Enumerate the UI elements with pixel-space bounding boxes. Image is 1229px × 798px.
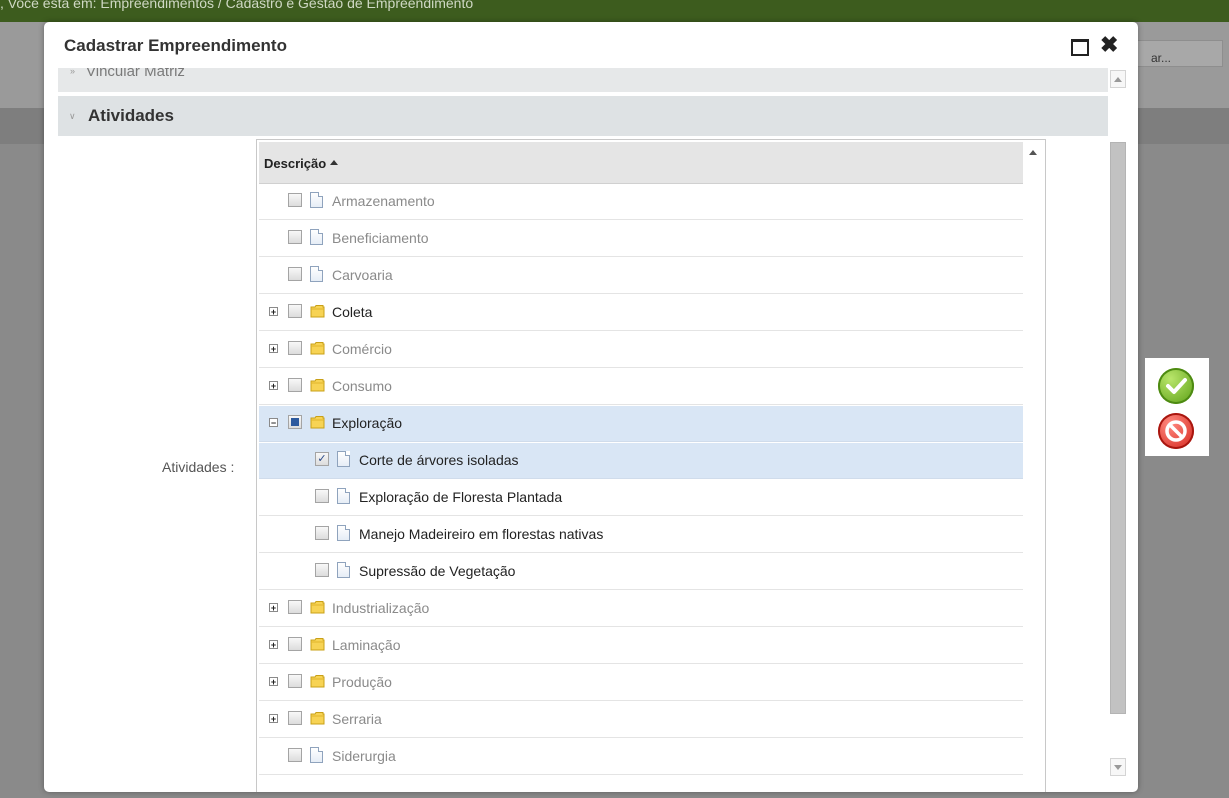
breadcrumb: , Você está em: Empreendimentos / Cadast… xyxy=(0,0,474,11)
tree-row[interactable]: Manejo Madeireiro em florestas nativas xyxy=(259,517,1023,553)
tree-row[interactable]: + Laminação xyxy=(259,628,1023,664)
row-checkbox[interactable]: ✓ xyxy=(315,452,329,466)
row-checkbox[interactable] xyxy=(315,489,329,503)
collapse-icon[interactable]: − xyxy=(269,418,278,428)
row-checkbox[interactable] xyxy=(288,711,302,725)
expand-icon[interactable]: + xyxy=(269,603,278,613)
row-checkbox[interactable] xyxy=(288,600,302,614)
row-checkbox[interactable] xyxy=(288,341,302,355)
tree-row[interactable]: Armazenamento xyxy=(259,184,1023,220)
row-label: Armazenamento xyxy=(332,193,435,209)
column-header-label: Descrição xyxy=(264,156,327,171)
dialog-scrollbar[interactable] xyxy=(1106,68,1130,786)
tree-row[interactable]: + Comércio xyxy=(259,332,1023,368)
row-label: Siderurgia xyxy=(332,748,396,764)
row-checkbox[interactable] xyxy=(288,637,302,651)
cadastrar-empreendimento-dialog: Cadastrar Empreendimento ✖ » Vincular Ma… xyxy=(44,22,1138,792)
tree-row[interactable]: + Industrialização xyxy=(259,591,1023,627)
no-entry-icon[interactable] xyxy=(1158,413,1194,449)
tree-row[interactable]: Exploração de Floresta Plantada xyxy=(259,480,1023,516)
tree-row[interactable]: Beneficiamento xyxy=(259,221,1023,257)
folder-icon xyxy=(310,600,325,614)
row-label: Laminação xyxy=(332,637,401,653)
row-checkbox[interactable] xyxy=(288,415,302,429)
row-label: Corte de árvores isoladas xyxy=(359,452,519,468)
chevron-icon: » xyxy=(70,68,76,76)
document-icon xyxy=(310,747,323,763)
row-checkbox[interactable] xyxy=(288,193,302,207)
row-label: Exploração xyxy=(332,415,403,431)
folder-icon xyxy=(310,674,325,688)
row-checkbox[interactable] xyxy=(315,563,329,577)
row-label: Industrialização xyxy=(332,600,430,616)
folder-icon xyxy=(310,304,325,318)
row-label: Supressão de Vegetação xyxy=(359,563,516,579)
panel-vincular-matriz[interactable]: » Vincular Matriz xyxy=(58,68,1108,92)
folder-icon xyxy=(310,711,325,725)
tree-row[interactable]: Siderurgia xyxy=(259,739,1023,775)
scroll-up-icon[interactable] xyxy=(1029,150,1037,155)
document-icon xyxy=(310,229,323,245)
atividades-tree-grid: Descrição Armazenamento Beneficiamento Car… xyxy=(256,139,1046,792)
row-label: Beneficiamento xyxy=(332,230,429,246)
expand-icon[interactable]: + xyxy=(269,640,278,650)
row-checkbox[interactable] xyxy=(288,378,302,392)
tree-row[interactable]: − Exploração xyxy=(259,406,1023,442)
dialog-header: Cadastrar Empreendimento ✖ xyxy=(44,22,1138,70)
row-checkbox[interactable] xyxy=(288,230,302,244)
check-circle-icon[interactable] xyxy=(1158,368,1194,404)
tree-row[interactable]: Supressão de Vegetação xyxy=(259,554,1023,590)
expand-icon[interactable]: + xyxy=(269,344,278,354)
tree-row[interactable]: + Coleta xyxy=(259,295,1023,331)
row-checkbox[interactable] xyxy=(288,674,302,688)
tree-row[interactable]: + Consumo xyxy=(259,369,1023,405)
document-icon xyxy=(310,192,323,208)
folder-icon xyxy=(310,415,325,429)
document-icon xyxy=(337,451,350,467)
row-checkbox[interactable] xyxy=(315,526,329,540)
expand-icon[interactable]: + xyxy=(269,677,278,687)
expand-icon[interactable]: + xyxy=(269,381,278,391)
tree-row[interactable]: Carvoaria xyxy=(259,258,1023,294)
scroll-thumb[interactable] xyxy=(1110,142,1126,714)
document-icon xyxy=(337,562,350,578)
row-checkbox[interactable] xyxy=(288,748,302,762)
scroll-down-button[interactable] xyxy=(1110,758,1126,776)
column-header-descricao[interactable]: Descrição xyxy=(259,142,1023,184)
document-icon xyxy=(337,525,350,541)
action-buttons xyxy=(1145,358,1209,456)
document-icon xyxy=(337,488,350,504)
expand-icon[interactable]: + xyxy=(269,307,278,317)
row-label: Serraria xyxy=(332,711,382,727)
row-label: Exploração de Floresta Plantada xyxy=(359,489,563,505)
row-label: Produção xyxy=(332,674,392,690)
row-label: Coleta xyxy=(332,304,373,320)
dialog-title: Cadastrar Empreendimento xyxy=(64,36,287,55)
expand-icon[interactable]: + xyxy=(269,714,278,724)
atividades-field-label: Atividades : xyxy=(162,459,235,475)
folder-icon xyxy=(310,378,325,392)
grid-scrollbar[interactable] xyxy=(1025,142,1042,792)
panel-vincular-matriz-title: Vincular Matriz xyxy=(86,68,185,80)
row-label: Comércio xyxy=(332,341,392,357)
breadcrumb-bar: , Você está em: Empreendimentos / Cadast… xyxy=(0,0,1229,22)
tree-row[interactable]: ✓ Corte de árvores isoladas xyxy=(259,443,1023,479)
folder-icon xyxy=(310,341,325,355)
tree-row[interactable]: + Serraria xyxy=(259,702,1023,738)
panel-atividades[interactable]: ∨ Atividades xyxy=(58,96,1108,136)
row-label: Manejo Madeireiro em florestas nativas xyxy=(359,526,604,542)
row-label: Carvoaria xyxy=(332,267,393,283)
row-checkbox[interactable] xyxy=(288,267,302,281)
tree-row[interactable]: + Produção xyxy=(259,665,1023,701)
sort-asc-icon xyxy=(330,160,339,165)
document-icon xyxy=(310,266,323,282)
maximize-icon[interactable] xyxy=(1071,39,1089,56)
row-checkbox[interactable] xyxy=(288,304,302,318)
close-icon[interactable]: ✖ xyxy=(1100,32,1118,58)
scroll-up-button[interactable] xyxy=(1110,70,1126,88)
chevron-down-icon: ∨ xyxy=(69,111,76,121)
folder-icon xyxy=(310,637,325,651)
row-label: Consumo xyxy=(332,378,392,394)
panel-atividades-title: Atividades xyxy=(88,106,174,125)
